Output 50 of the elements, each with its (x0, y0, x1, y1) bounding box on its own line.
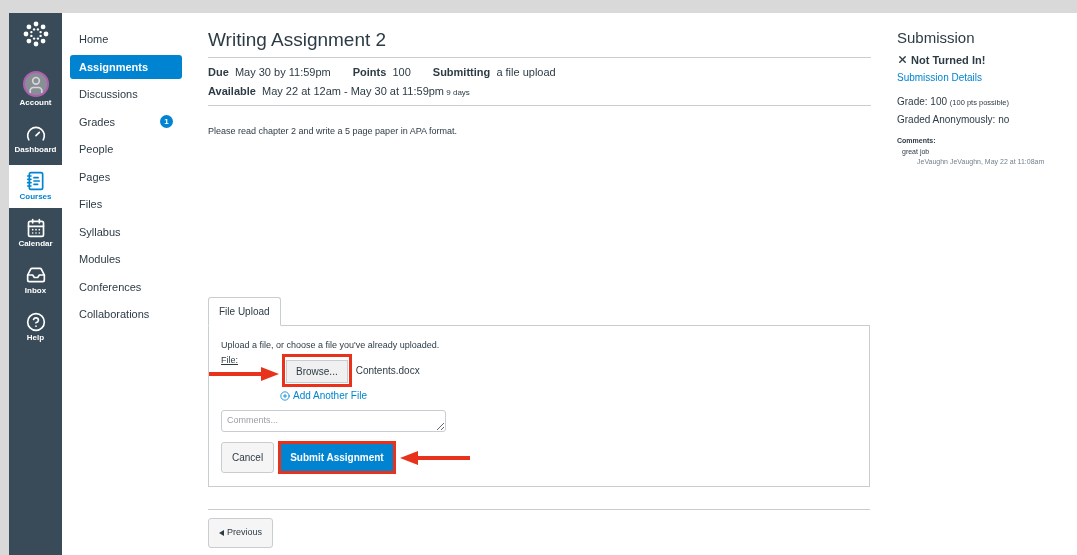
comments-field[interactable]: Comments... (221, 410, 446, 432)
annotation-arrow (399, 449, 470, 466)
plus-icon (280, 390, 290, 401)
count-badge: 1 (160, 115, 173, 129)
notebook-icon (25, 171, 46, 191)
annotation-arrow (209, 366, 279, 382)
global-nav-item[interactable]: Account (9, 65, 62, 114)
close-icon (897, 54, 908, 66)
detail-text: Submitting a file upload (432, 65, 556, 80)
file-label: File: (221, 355, 238, 365)
cancel-button[interactable]: Cancel (221, 442, 275, 473)
course-nav-item[interactable]: Pages (70, 164, 182, 189)
global-nav-item[interactable]: Inbox (9, 259, 62, 302)
course-nav-item[interactable]: Modules (70, 247, 182, 272)
gauge-icon (25, 124, 46, 144)
course-nav-item[interactable]: Assignments (70, 54, 182, 79)
add-file-link[interactable]: Add Another File (280, 388, 420, 403)
submit-button[interactable]: Submit Assignment (281, 444, 393, 471)
inbox-icon (25, 265, 46, 285)
file-upload-tab[interactable]: File Upload (208, 296, 281, 326)
detail-text: Due May 30 by 11:59pm (208, 65, 331, 80)
avatar-icon (22, 71, 49, 97)
submission-title: Submission (897, 28, 976, 48)
global-nav-item[interactable]: Dashboard (9, 118, 62, 161)
status-text: Not Turned In! (911, 52, 986, 68)
course-nav-item[interactable]: Home (70, 27, 182, 52)
course-nav-item[interactable]: People (70, 137, 182, 162)
description-text: Please read chapter 2 and write a 5 page paper in APA format. (208, 125, 458, 138)
detail-text: Available May 22 at 12am - May 30 at 11:59pm 9 days (208, 83, 470, 99)
course-nav-item[interactable]: Grades 1 (70, 109, 182, 134)
course-nav-item[interactable]: Syllabus (70, 219, 182, 244)
anonymous-text: Graded Anonymously: no (897, 113, 1011, 127)
calendar-icon (25, 218, 46, 238)
instructions-text: Upload a file, or choose a file you've already uploaded. (221, 338, 441, 352)
global-nav-item[interactable]: Help (9, 306, 62, 349)
global-nav-item[interactable]: Courses (9, 165, 62, 208)
browse-button[interactable]: Browse... (286, 360, 348, 383)
logo-icon (22, 21, 49, 47)
file-name: Contents.docx (355, 364, 420, 378)
submission-details-link[interactable]: Submission Details (897, 70, 1045, 85)
course-nav-item[interactable]: Conferences (70, 274, 182, 299)
page-title: Writing Assignment 2 (208, 27, 871, 58)
previous-button[interactable]: Previous (208, 518, 273, 548)
help-icon (25, 312, 46, 332)
course-nav-item[interactable]: Files (70, 192, 182, 217)
course-nav-item[interactable]: Collaborations (70, 302, 182, 327)
course-nav-item[interactable]: Discussions (70, 82, 182, 107)
global-nav-item[interactable]: Calendar (9, 212, 62, 255)
detail-text: Points 100 (352, 65, 411, 80)
caret-icon (219, 529, 224, 536)
